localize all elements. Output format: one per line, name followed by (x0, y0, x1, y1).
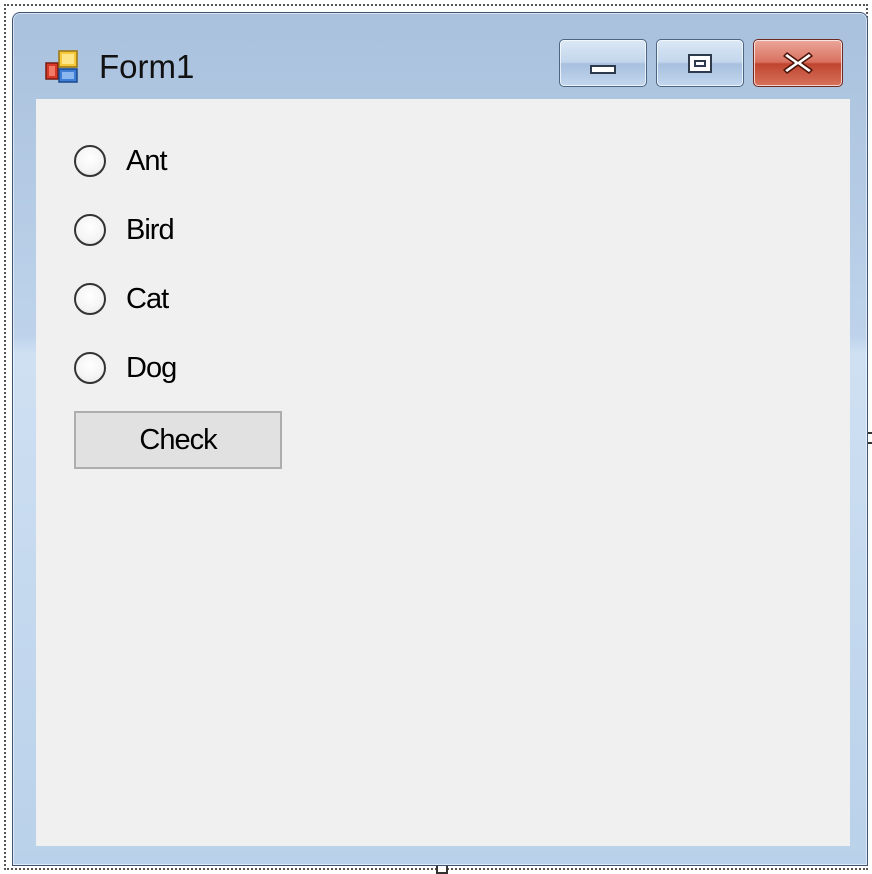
radio-circle[interactable] (74, 283, 106, 315)
winforms-app-icon (45, 50, 78, 83)
radio-label: Ant (126, 144, 168, 177)
radio-circle[interactable] (74, 352, 106, 384)
maximize-icon (688, 53, 712, 73)
radio-circle[interactable] (74, 214, 106, 246)
radio-label: Bird (126, 213, 175, 246)
radio-bird[interactable]: Bird (74, 208, 175, 252)
form-client-area: Ant Bird Cat Dog Check (36, 99, 850, 846)
radio-label: Cat (126, 282, 169, 315)
minimize-icon (590, 64, 616, 74)
close-icon (783, 52, 813, 74)
window-title: Form1 (99, 48, 195, 85)
radio-cat[interactable]: Cat (74, 277, 169, 321)
title-bar[interactable]: Form1 (13, 13, 867, 97)
radio-ant[interactable]: Ant (74, 139, 168, 183)
close-button[interactable] (753, 39, 843, 87)
maximize-button[interactable] (656, 39, 744, 87)
minimize-button[interactable] (559, 39, 647, 87)
radio-label: Dog (126, 351, 177, 384)
radio-dog[interactable]: Dog (74, 346, 177, 390)
check-button[interactable]: Check (74, 411, 282, 469)
radio-circle[interactable] (74, 145, 106, 177)
form-window: Form1 Ant Bird Cat Dog Check (12, 12, 868, 866)
